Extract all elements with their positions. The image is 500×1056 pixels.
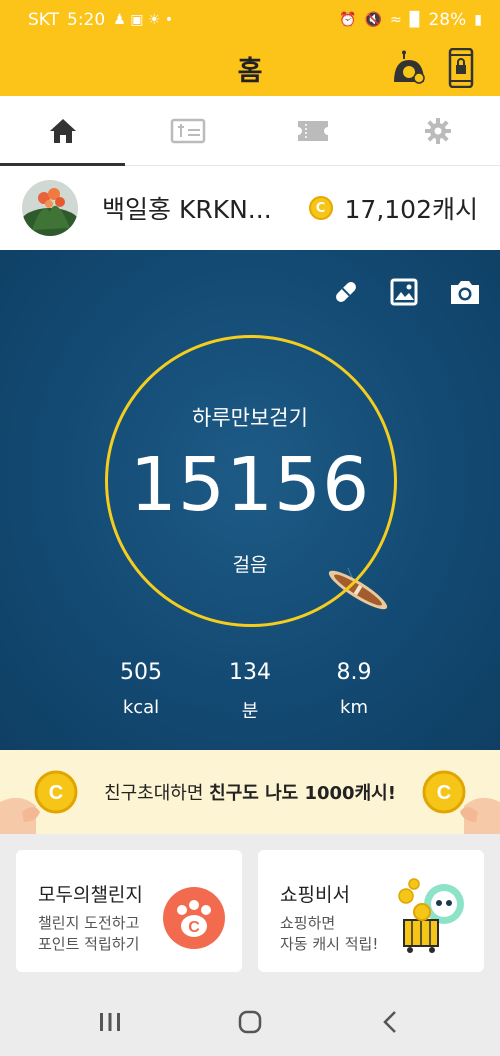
back-chevron-icon xyxy=(383,1011,396,1033)
tab-settings[interactable] xyxy=(375,96,500,165)
recent-apps-icon xyxy=(100,1013,120,1031)
coin-icon: C xyxy=(308,196,333,220)
walking-goal-label: 하루만보걷기 xyxy=(192,406,308,430)
alarm-icon: ⏰ xyxy=(339,12,357,28)
phone-lock-icon[interactable] xyxy=(448,48,474,88)
minutes-stat: 134 분 xyxy=(200,660,300,723)
invite-text: 친구초대하면 친구도 나도 1000캐시! xyxy=(104,779,396,805)
avatar[interactable] xyxy=(22,180,78,236)
cash-balance: 17,102캐시 xyxy=(344,195,478,224)
minutes-value: 134 xyxy=(229,660,271,685)
ticket-icon xyxy=(297,120,328,141)
activity-stats: 505 kcal 134 분 8.9 km xyxy=(0,660,500,730)
home-circle-icon xyxy=(238,1010,262,1034)
invite-text-bold: 친구도 나도 1000캐시! xyxy=(209,783,396,804)
page-title: 홈 xyxy=(237,55,263,87)
hand-coin-icon: C xyxy=(422,770,500,834)
receipt-icon xyxy=(170,118,205,143)
step-count: 15156 xyxy=(129,442,371,528)
back-button[interactable] xyxy=(360,997,420,1047)
battery-level: 28% xyxy=(428,10,467,30)
tab-ticket[interactable] xyxy=(250,96,375,165)
status-bar: SKT 5:20 ♟ ▣ ☀ • ⏰ 🔇 ≈ ▉ 28% ▮ xyxy=(0,0,500,40)
notification-icons: ♟ ▣ ☀ • xyxy=(113,12,174,28)
distance-value: 8.9 xyxy=(336,660,372,685)
camera-icon[interactable] xyxy=(448,278,482,306)
tab-receipt[interactable] xyxy=(125,96,250,165)
tab-home[interactable] xyxy=(0,96,125,166)
wifi-icon: ≈ xyxy=(389,12,402,28)
distance-stat: 8.9 km xyxy=(304,660,404,718)
minutes-unit: 분 xyxy=(241,701,259,722)
user-name: 백일홍 KRKN... xyxy=(102,195,272,224)
feature-cards: 모두의챌린지 챌린지 도전하고 포인트 적립하기 C 쇼핑비서 쇼핑하면 자동 … xyxy=(0,834,500,988)
shopping-robot-icon xyxy=(398,878,464,953)
hand-coin-icon: C xyxy=(0,770,78,834)
svg-text:C: C xyxy=(49,782,63,804)
step-unit: 걸음 xyxy=(232,554,268,576)
distance-unit: km xyxy=(340,697,368,718)
shopping-card[interactable]: 쇼핑비서 쇼핑하면 자동 캐시 적립! xyxy=(258,850,484,972)
home-icon xyxy=(49,118,76,143)
ai-assistant-icon[interactable] xyxy=(392,50,426,84)
tab-bar xyxy=(0,96,500,166)
challenge-card[interactable]: 모두의챌린지 챌린지 도전하고 포인트 적립하기 C xyxy=(16,850,242,972)
home-nav-button[interactable] xyxy=(220,997,280,1047)
paw-icon: C xyxy=(163,887,225,949)
system-nav-bar xyxy=(0,988,500,1056)
signal-icon: ▉ xyxy=(409,12,421,28)
gear-icon xyxy=(424,117,451,144)
image-icon[interactable] xyxy=(390,278,418,306)
mute-icon: 🔇 xyxy=(364,12,382,28)
clock: 5:20 xyxy=(67,10,106,30)
app-header: 홈 xyxy=(0,40,500,96)
calories-stat: 505 kcal xyxy=(91,660,191,718)
profile-row[interactable]: 백일홍 KRKN... C 17,102캐시 xyxy=(0,166,500,250)
battery-icon: ▮ xyxy=(474,12,482,28)
invite-banner[interactable]: C 친구초대하면 친구도 나도 1000캐시! C xyxy=(0,750,500,834)
carrier-label: SKT xyxy=(28,10,60,30)
invite-text-prefix: 친구초대하면 xyxy=(104,783,210,804)
recent-apps-button[interactable] xyxy=(80,997,140,1047)
pedometer-panel: 하루만보걷기 15156 걸음 505 kcal 134 분 8.9 km xyxy=(0,250,500,750)
svg-text:C: C xyxy=(188,919,200,936)
pill-icon[interactable] xyxy=(332,278,360,306)
svg-text:C: C xyxy=(437,782,451,804)
calories-value: 505 xyxy=(120,660,162,685)
calories-unit: kcal xyxy=(122,697,160,718)
